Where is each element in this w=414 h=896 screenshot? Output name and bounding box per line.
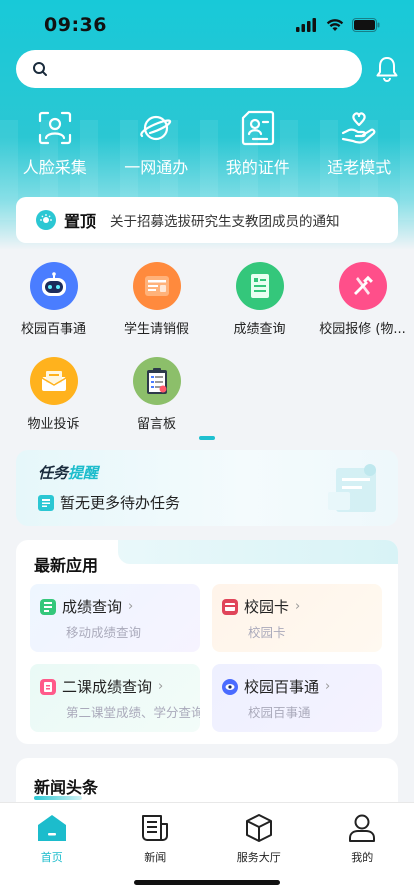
title-underline <box>34 796 82 800</box>
grade-report-icon <box>235 262 284 310</box>
notice-tag: 置顶 <box>64 212 97 231</box>
app-property-complaint[interactable]: 物业投诉 <box>2 357 105 432</box>
latest-app-campus-helper[interactable]: 校园百事通 › 校园百事通 <box>212 664 382 732</box>
quick-action-label: 一网通办 <box>124 158 189 177</box>
quick-action-face-capture[interactable]: 人脸采集 <box>7 110 103 180</box>
app-label: 物业投诉 <box>27 417 80 432</box>
latest-apps-card: 最新应用 成绩查询 › 移动成绩查询 校园卡 › 校园卡 二课成绩查询 › 第二… <box>16 540 398 744</box>
tab-label: 我的 <box>351 851 374 864</box>
task-status: 暂无更多待办任务 <box>38 492 180 513</box>
campus-card-icon <box>222 598 238 615</box>
tab-home[interactable]: 首页 <box>0 811 103 896</box>
search-row <box>16 50 400 88</box>
page-indicator <box>199 436 215 440</box>
status-icons <box>296 18 380 32</box>
app-campus-repair[interactable]: 校园报修 (物... <box>311 262 414 337</box>
quick-action-label: 适老模式 <box>327 158 392 177</box>
task-illustration-icon <box>326 458 382 522</box>
quick-action-label: 我的证件 <box>225 158 290 177</box>
chevron-right-icon: › <box>128 599 134 614</box>
pinned-notice[interactable]: 置顶 关于招募选拔研究生支教团成员的通知 <box>16 197 398 243</box>
notice-text[interactable]: 关于招募选拔研究生支教团成员的通知 <box>110 210 340 230</box>
search-bar[interactable] <box>16 50 363 88</box>
latest-app-name: 校园百事通 <box>244 678 320 696</box>
tab-label: 新闻 <box>144 851 167 864</box>
quick-action-label: 人脸采集 <box>22 158 87 177</box>
search-input[interactable] <box>56 61 336 77</box>
news-headlines-title: 新闻头条 <box>34 778 99 797</box>
mail-icon <box>29 357 78 405</box>
app-student-leave[interactable]: 学生请销假 <box>105 262 208 337</box>
chevron-right-icon: › <box>295 599 301 614</box>
latest-app-name: 校园卡 <box>244 598 290 616</box>
latest-app-desc: 校园卡 <box>248 625 286 640</box>
task-title-part2: 提醒 <box>68 464 99 482</box>
battery-icon <box>352 18 380 32</box>
planet-icon <box>138 110 174 146</box>
id-card-icon <box>241 110 275 146</box>
quick-action-elderly-mode[interactable]: 适老模式 <box>311 110 407 180</box>
face-scan-icon <box>38 110 72 146</box>
repair-tools-icon <box>338 262 387 310</box>
latest-app-grade-query[interactable]: 成绩查询 › 移动成绩查询 <box>30 584 200 652</box>
latest-app-name: 成绩查询 <box>62 598 123 616</box>
home-indicator <box>134 880 280 885</box>
signal-icon <box>296 18 316 32</box>
leave-form-icon <box>132 262 181 310</box>
tab-label: 服务大厅 <box>236 851 281 864</box>
tab-label: 首页 <box>40 851 63 864</box>
grade-icon <box>40 598 56 615</box>
latest-app-second-class-grade[interactable]: 二课成绩查询 › 第二课堂成绩、学分查询 <box>30 664 200 732</box>
latest-apps-grid: 成绩查询 › 移动成绩查询 校园卡 › 校园卡 二课成绩查询 › 第二课堂成绩、… <box>30 584 386 732</box>
app-grid: 校园百事通 学生请销假 成绩查询 校园报修 (物... 物业投诉 留言板 <box>0 262 414 432</box>
latest-apps-title: 最新应用 <box>34 556 99 575</box>
task-title-part1: 任务 <box>38 464 69 482</box>
eye-robot-icon <box>222 678 238 695</box>
latest-app-desc: 第二课堂成绩、学分查询 <box>66 705 200 720</box>
quick-action-my-documents[interactable]: 我的证件 <box>210 110 306 180</box>
task-status-text: 暂无更多待办任务 <box>60 494 181 512</box>
status-bar: 09:36 <box>0 0 414 50</box>
second-class-icon <box>40 678 56 695</box>
app-label: 校园百事通 <box>20 322 86 337</box>
quick-actions: 人脸采集 一网通办 我的证件 适老模式 <box>0 110 414 180</box>
robot-icon <box>29 262 78 310</box>
profile-icon <box>347 811 377 845</box>
app-message-board[interactable]: 留言板 <box>105 357 208 432</box>
news-icon <box>141 811 169 845</box>
hand-heart-icon <box>341 110 377 146</box>
clipboard-icon <box>132 357 181 405</box>
status-time: 09:36 <box>44 14 107 36</box>
app-label: 校园报修 (物... <box>319 322 406 337</box>
pin-badge-icon <box>36 210 56 230</box>
latest-app-name: 二课成绩查询 <box>62 678 153 696</box>
task-reminder-card[interactable]: 任务提醒 暂无更多待办任务 <box>16 450 398 526</box>
app-campus-helper[interactable]: 校园百事通 <box>2 262 105 337</box>
app-label: 成绩查询 <box>233 322 286 337</box>
task-list-icon <box>38 494 54 511</box>
latest-app-desc: 校园百事通 <box>248 705 311 720</box>
latest-app-desc: 移动成绩查询 <box>66 625 142 640</box>
tab-profile[interactable]: 我的 <box>311 811 414 896</box>
home-icon <box>36 811 68 845</box>
task-title: 任务提醒 <box>38 462 98 483</box>
app-label: 学生请销假 <box>123 322 189 337</box>
notification-bell-icon[interactable] <box>374 55 400 83</box>
app-grade-query[interactable]: 成绩查询 <box>208 262 311 337</box>
latest-app-campus-card[interactable]: 校园卡 › 校园卡 <box>212 584 382 652</box>
app-label: 留言板 <box>136 417 176 432</box>
quick-action-one-stop-service[interactable]: 一网通办 <box>108 110 204 180</box>
service-cube-icon <box>245 811 273 845</box>
search-icon <box>33 62 47 76</box>
wifi-icon <box>326 19 344 31</box>
chevron-right-icon: › <box>158 679 164 694</box>
chevron-right-icon: › <box>325 679 331 694</box>
